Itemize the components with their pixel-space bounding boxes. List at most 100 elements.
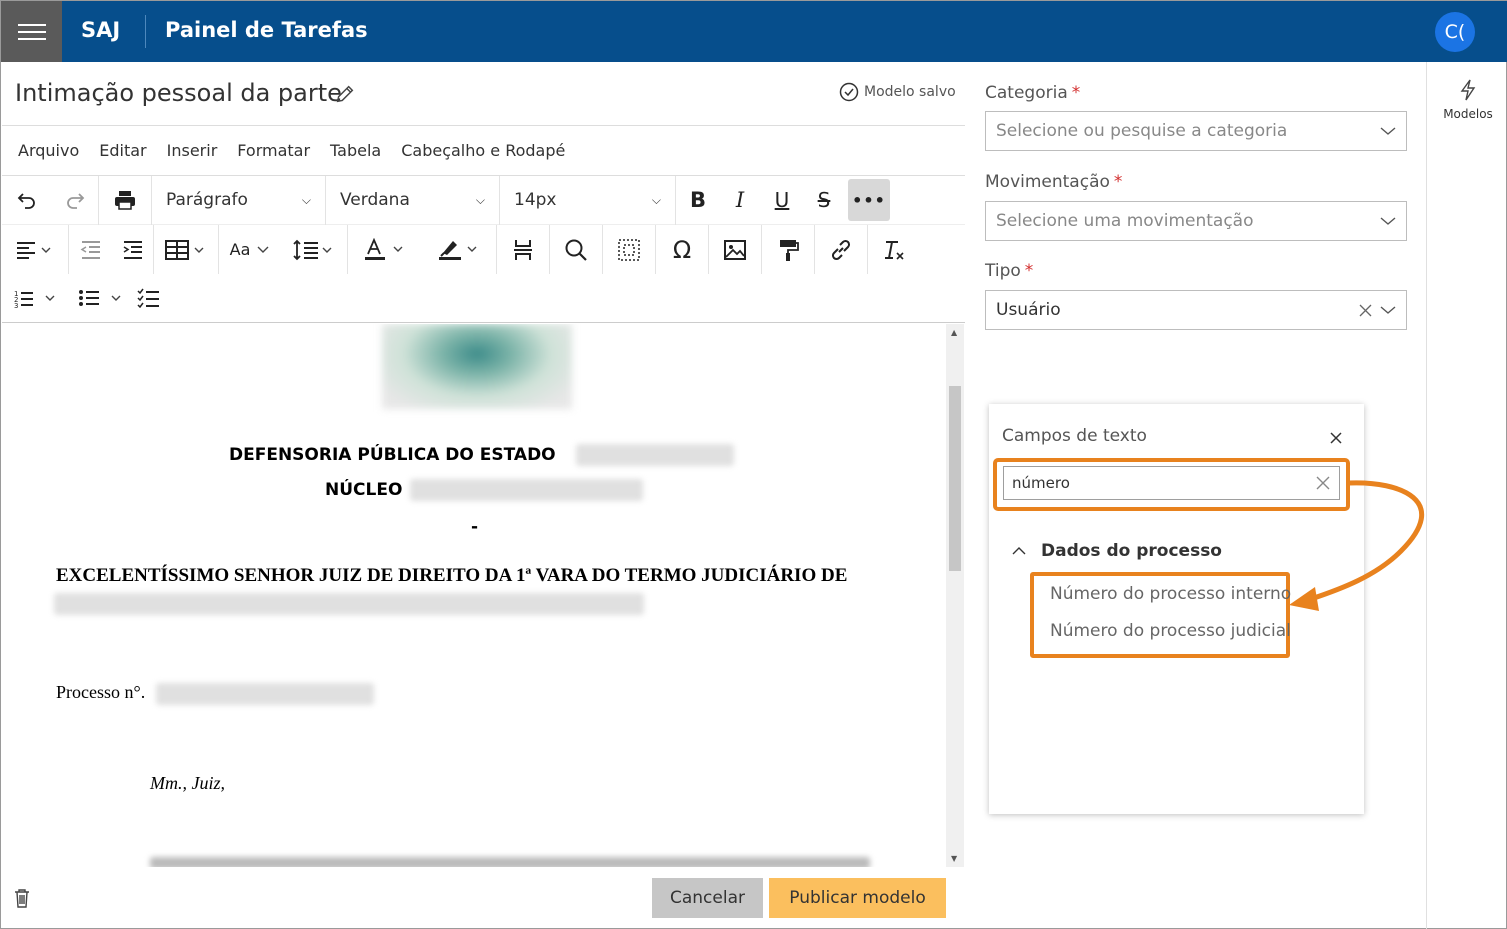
highlight-color-icon[interactable] <box>422 229 496 271</box>
group-label: Dados do processo <box>1041 541 1222 561</box>
table-icon[interactable] <box>154 229 218 271</box>
indent-icon[interactable] <box>113 229 153 271</box>
font-family-value: Verdana <box>340 190 410 210</box>
strikethrough-icon[interactable]: S <box>804 179 844 221</box>
search-icon[interactable] <box>550 229 602 271</box>
checklist-icon[interactable] <box>134 277 164 319</box>
avatar[interactable]: C( <box>1435 12 1475 52</box>
format-painter-icon[interactable] <box>762 229 814 271</box>
cancel-button[interactable]: Cancelar <box>652 878 763 918</box>
saved-status: Modelo salvo <box>839 82 956 102</box>
tipo-value: Usuário <box>996 300 1061 320</box>
scroll-down-icon[interactable]: ▼ <box>951 854 957 863</box>
outdent-icon[interactable] <box>69 229 113 271</box>
brand-label[interactable]: SAJ <box>81 18 120 42</box>
clear-formatting-icon[interactable] <box>868 229 920 271</box>
menu-tabela[interactable]: Tabela <box>330 141 381 160</box>
redacted-text <box>410 479 643 501</box>
brand-divider <box>145 15 146 48</box>
close-icon[interactable] <box>1329 431 1343 445</box>
undo-icon[interactable] <box>2 179 52 221</box>
document-canvas[interactable]: DEFENSORIA PÚBLICA DO ESTADO NÚCLEO - EX… <box>10 324 942 867</box>
bullet-list-icon[interactable] <box>72 277 134 319</box>
categoria-label-text: Categoria <box>985 83 1068 103</box>
chevron-down-icon <box>1380 306 1396 314</box>
doc-salutation: Mm., Juiz, <box>150 773 225 793</box>
top-bar: SAJ Painel de Tarefas C( <box>1 1 1507 62</box>
underline-icon[interactable]: U <box>760 179 804 221</box>
text-case-label: Aa <box>229 240 251 259</box>
menu-formatar[interactable]: Formatar <box>237 141 310 160</box>
menu-icon[interactable] <box>1 1 62 62</box>
publish-button[interactable]: Publicar modelo <box>769 878 946 918</box>
scroll-thumb[interactable] <box>949 386 961 571</box>
page-break-icon[interactable] <box>497 229 549 271</box>
image-icon[interactable] <box>709 229 761 271</box>
lightning-icon <box>1460 79 1476 101</box>
tipo-label: Tipo * <box>985 261 1033 281</box>
pencil-icon[interactable] <box>334 83 356 105</box>
editor-menubar: Arquivo Editar Inserir Formatar Tabela C… <box>2 126 965 176</box>
check-circle-icon <box>839 82 859 102</box>
font-size-value: 14px <box>514 190 557 210</box>
categoria-label: Categoria * <box>985 83 1080 103</box>
models-button[interactable]: Modelos <box>1441 79 1495 121</box>
doc-heading-line-2: NÚCLEO <box>325 480 403 500</box>
chevron-up-icon <box>1012 547 1026 555</box>
menu-cabecalho-rodape[interactable]: Cabeçalho e Rodapé <box>401 141 565 160</box>
text-case-select[interactable]: Aa <box>219 229 281 271</box>
annotation-arrow <box>1289 480 1425 611</box>
rich-text-editor: Arquivo Editar Inserir Formatar Tabela C… <box>2 125 965 867</box>
redacted-text <box>54 593 644 615</box>
line-height-icon[interactable] <box>281 229 347 271</box>
block-format-value: Parágrafo <box>166 190 248 210</box>
menu-editar[interactable]: Editar <box>99 141 146 160</box>
movimentacao-label: Movimentação * <box>985 172 1122 192</box>
document-logo <box>382 324 572 409</box>
italic-icon[interactable]: I <box>720 179 760 221</box>
font-family-select[interactable]: Verdana ⌵ <box>326 176 499 225</box>
result-item[interactable]: Número do processo judicial <box>1050 621 1291 641</box>
chevron-down-icon: ⌵ <box>301 192 311 207</box>
align-left-icon[interactable] <box>2 229 68 271</box>
toolbar-row-2: Aa Ω <box>2 225 965 274</box>
app-window: SAJ Painel de Tarefas C( Intimação pesso… <box>0 0 1507 929</box>
special-character-icon[interactable]: Ω <box>656 229 708 271</box>
chevron-down-icon <box>1380 127 1396 135</box>
results-highlight: Número do processo interno Número do pro… <box>1030 572 1291 658</box>
scroll-up-icon[interactable]: ▲ <box>951 328 957 337</box>
document-scrollbar[interactable]: ▲ ▼ <box>946 324 964 867</box>
search-value: número <box>1012 474 1070 492</box>
redo-icon[interactable] <box>52 179 98 221</box>
tipo-select[interactable]: Usuário <box>985 290 1407 330</box>
redacted-text <box>576 444 734 466</box>
required-mark: * <box>1113 172 1123 192</box>
chevron-down-icon <box>1380 217 1396 225</box>
link-icon[interactable] <box>815 229 867 271</box>
document-title: Intimação pessoal da parte <box>15 79 342 107</box>
doc-addressee: EXCELENTÍSSIMO SENHOR JUIZ DE DIREITO DA… <box>56 565 848 586</box>
more-toolbar-button[interactable]: ••• <box>844 179 894 221</box>
clear-icon[interactable] <box>1359 304 1372 317</box>
menu-inserir[interactable]: Inserir <box>167 141 218 160</box>
chevron-down-icon: ⌵ <box>651 192 661 207</box>
movimentacao-select[interactable]: Selecione uma movimentação <box>985 201 1407 241</box>
more-icon: ••• <box>848 179 890 221</box>
numbered-list-icon[interactable]: 123 <box>2 277 72 319</box>
menu-arquivo[interactable]: Arquivo <box>18 141 79 160</box>
result-item[interactable]: Número do processo interno <box>1050 584 1291 604</box>
text-color-icon[interactable] <box>348 229 422 271</box>
bold-icon[interactable]: B <box>676 179 720 221</box>
font-size-select[interactable]: 14px ⌵ <box>500 176 675 225</box>
categoria-select[interactable]: Selecione ou pesquise a categoria <box>985 111 1407 151</box>
select-all-icon[interactable] <box>603 229 655 271</box>
redacted-text <box>156 683 374 705</box>
toolbar-row-3: 123 <box>2 274 965 323</box>
cut-off-text <box>150 857 870 867</box>
doc-heading-line-1: DEFENSORIA PÚBLICA DO ESTADO <box>229 445 556 465</box>
block-format-select[interactable]: Parágrafo ⌵ <box>152 176 325 225</box>
group-dados-do-processo[interactable]: Dados do processo <box>1011 541 1222 561</box>
print-icon[interactable] <box>99 179 151 221</box>
trash-icon[interactable] <box>13 888 31 908</box>
movimentacao-label-text: Movimentação <box>985 172 1110 192</box>
